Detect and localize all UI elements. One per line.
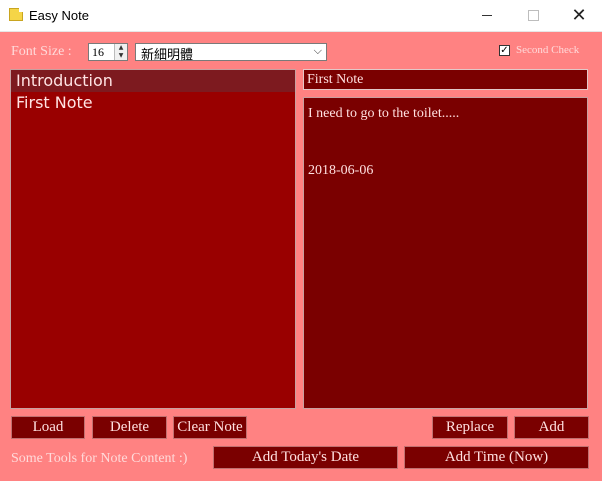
note-title-input[interactable]: First Note [303, 69, 588, 90]
second-check-option[interactable]: ✓ Second Check [499, 44, 579, 56]
second-check-label[interactable]: Second Check [516, 44, 579, 56]
list-item-introduction[interactable]: Introduction [11, 70, 295, 92]
chevron-down-icon[interactable]: ⌵ [314, 44, 322, 58]
minimize-icon [482, 15, 492, 16]
clear-note-button[interactable]: Clear Note [173, 416, 247, 439]
add-today-date-button[interactable]: Add Today's Date [213, 446, 398, 469]
window-title: Easy Note [29, 8, 89, 23]
add-button[interactable]: Add [514, 416, 589, 439]
font-size-stepper[interactable]: 16 ▲ ▼ [88, 43, 128, 61]
add-time-now-button[interactable]: Add Time (Now) [404, 446, 589, 469]
maximize-button[interactable] [510, 0, 556, 31]
font-size-value[interactable]: 16 [92, 45, 104, 60]
load-button[interactable]: Load [11, 416, 85, 439]
spin-down-icon[interactable]: ▼ [115, 52, 127, 60]
close-button[interactable]: ✕ [556, 0, 602, 31]
spin-buttons[interactable]: ▲ ▼ [114, 44, 127, 60]
note-content-textarea[interactable]: I need to go to the toilet..... 2018-06-… [303, 97, 588, 409]
tools-label: Some Tools for Note Content :) [11, 451, 188, 466]
font-size-label: Font Size : [11, 44, 72, 59]
minimize-button[interactable] [464, 0, 510, 31]
spin-up-icon[interactable]: ▲ [115, 44, 127, 52]
font-family-select[interactable]: 新細明體 ⌵ [135, 43, 327, 63]
delete-button[interactable]: Delete [92, 416, 167, 439]
title-bar: Easy Note ✕ [0, 0, 602, 32]
notes-list[interactable]: Introduction First Note [10, 69, 296, 409]
maximize-icon [527, 10, 539, 21]
close-icon: ✕ [571, 5, 587, 26]
font-family-value: 新細明體 [141, 48, 194, 63]
sticky-note-icon [9, 8, 23, 21]
second-check-checkbox[interactable]: ✓ [499, 44, 510, 56]
list-item-first-note[interactable]: First Note [11, 92, 295, 114]
replace-button[interactable]: Replace [432, 416, 508, 439]
